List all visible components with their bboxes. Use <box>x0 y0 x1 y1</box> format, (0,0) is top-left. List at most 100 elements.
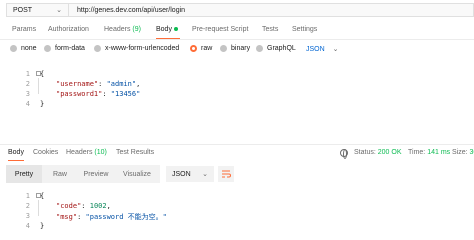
response-tab-cookies[interactable]: Cookies <box>33 149 58 156</box>
json-key: "code" <box>56 202 82 210</box>
view-pretty-button[interactable]: Pretty <box>6 165 42 183</box>
json-sep: : <box>81 202 90 210</box>
tab-settings-label: Settings <box>292 26 318 33</box>
json-key: "username" <box>56 80 99 88</box>
radio-urlencoded-label: x-www-form-urlencoded <box>105 45 180 52</box>
line-number: 2 <box>25 202 30 210</box>
tab-body-label: Body <box>156 26 172 33</box>
json-sep: : <box>77 213 86 221</box>
radio-raw-label: raw <box>201 45 213 52</box>
radio-circle <box>94 45 101 52</box>
indent-guide <box>38 78 39 94</box>
tab-authorization-label: Authorization <box>48 26 89 33</box>
view-visualize-label: Visualize <box>123 170 151 178</box>
radio-binary-label: binary <box>231 45 251 52</box>
response-format-label: JSON <box>172 170 191 178</box>
size-readout: Size: 36 <box>452 149 474 156</box>
line-number: 4 <box>25 100 30 108</box>
request-url-bar: POST ⌄ http://genes.dev.com/api/user/log… <box>0 0 474 20</box>
tab-tests[interactable]: Tests <box>262 26 278 33</box>
line-number: 3 <box>25 90 30 98</box>
json-sep: : <box>98 80 107 88</box>
response-tab-headers-count: (10) <box>94 149 107 156</box>
raw-format-dropdown[interactable]: JSON ⌄ <box>306 45 339 53</box>
json-end: , <box>106 202 111 210</box>
response-tab-headers-label: Headers <box>66 149 93 156</box>
radio-x-www-form-urlencoded[interactable]: x-www-form-urlencoded <box>94 45 179 52</box>
globe-icon[interactable] <box>340 149 348 159</box>
code-line: } <box>40 100 45 108</box>
json-end: , <box>136 80 141 88</box>
code-line: { <box>40 70 45 78</box>
code-line: { <box>40 192 45 200</box>
time-value: 141 ms <box>427 149 451 156</box>
time-readout: Time: 141 ms <box>408 149 450 156</box>
tab-authorization[interactable]: Authorization <box>48 26 89 33</box>
size-label: Size: <box>452 149 468 156</box>
radio-circle <box>256 45 263 52</box>
time-label: Time: <box>408 149 426 156</box>
url-value: http://genes.dev.com/api/user/login <box>77 6 186 14</box>
method-label: POST <box>13 6 33 14</box>
chevron-down-icon: ⌄ <box>332 46 339 53</box>
tab-headers-count: (9) <box>132 26 141 33</box>
tab-pre-request-script-label: Pre-request Script <box>192 26 249 33</box>
code-line: } <box>40 222 45 230</box>
radio-form-data[interactable]: form-data <box>44 45 85 52</box>
json-value: 1002 <box>89 202 107 210</box>
radio-graphql-label: GraphQL <box>267 45 296 52</box>
json-value: "13456" <box>110 90 141 98</box>
line-number: 1 <box>25 192 30 200</box>
radio-circle-selected <box>190 45 197 52</box>
active-response-tab-indicator <box>8 160 24 161</box>
radio-none[interactable]: none <box>10 45 37 52</box>
json-sep: : <box>102 90 111 98</box>
code-line: "code": 1002, <box>56 202 111 210</box>
raw-format-label: JSON <box>306 46 325 53</box>
line-number: 1 <box>25 70 30 78</box>
view-pretty-label: Pretty <box>14 170 34 178</box>
tab-body[interactable]: Body <box>156 26 178 33</box>
view-raw-button[interactable]: Raw <box>42 165 78 183</box>
code-line: "password1": "13456" <box>56 90 140 98</box>
view-preview-button[interactable]: Preview <box>78 165 114 183</box>
response-tab-cookies-label: Cookies <box>33 149 59 156</box>
radio-graphql[interactable]: GraphQL <box>256 45 296 52</box>
line-number: 4 <box>25 222 30 230</box>
wrap-lines-button[interactable] <box>218 166 234 182</box>
radio-circle <box>10 45 17 52</box>
response-tab-body-label: Body <box>8 149 24 156</box>
response-tab-test-results-label: Test Results <box>116 149 155 156</box>
tab-settings[interactable]: Settings <box>292 26 317 33</box>
url-input[interactable]: http://genes.dev.com/api/user/login <box>68 3 474 17</box>
body-modified-dot <box>173 27 178 32</box>
radio-none-label: none <box>21 45 37 52</box>
view-raw-label: Raw <box>52 170 67 178</box>
view-preview-label: Preview <box>83 170 109 178</box>
line-number: 2 <box>25 80 30 88</box>
request-response-divider[interactable] <box>0 144 474 145</box>
response-tab-headers[interactable]: Headers (10) <box>66 149 107 156</box>
request-body-editor[interactable]: 1 { 2 "username": "admin", 3 "password1"… <box>0 64 474 144</box>
response-tab-test-results[interactable]: Test Results <box>116 149 154 156</box>
json-key: "password1" <box>56 90 103 98</box>
json-value: "password 不能为空。" <box>85 213 167 221</box>
chevron-down-icon: ⌄ <box>56 7 62 14</box>
radio-circle <box>220 45 227 52</box>
request-tabs: Params Authorization Headers (9) Body Pr… <box>0 26 474 40</box>
code-line: "username": "admin", <box>56 80 140 88</box>
tab-params-label: Params <box>12 26 37 33</box>
view-visualize-button[interactable]: Visualize <box>114 165 160 183</box>
radio-binary[interactable]: binary <box>220 45 250 52</box>
body-type-radios: none form-data x-www-form-urlencoded raw… <box>0 45 474 57</box>
method-dropdown[interactable]: POST ⌄ <box>6 3 68 17</box>
tab-headers[interactable]: Headers (9) <box>104 26 141 33</box>
response-format-dropdown[interactable]: JSON ⌄ <box>166 166 214 182</box>
response-body-viewer[interactable]: 1 { 2 "code": 1002, 3 "msg": "password 不… <box>0 190 474 240</box>
tab-pre-request-script[interactable]: Pre-request Script <box>192 26 248 33</box>
response-tab-body[interactable]: Body <box>8 149 24 156</box>
tab-params[interactable]: Params <box>12 26 36 33</box>
tabs-divider <box>0 39 474 40</box>
json-value: "admin" <box>106 80 137 88</box>
radio-raw[interactable]: raw <box>190 45 212 52</box>
